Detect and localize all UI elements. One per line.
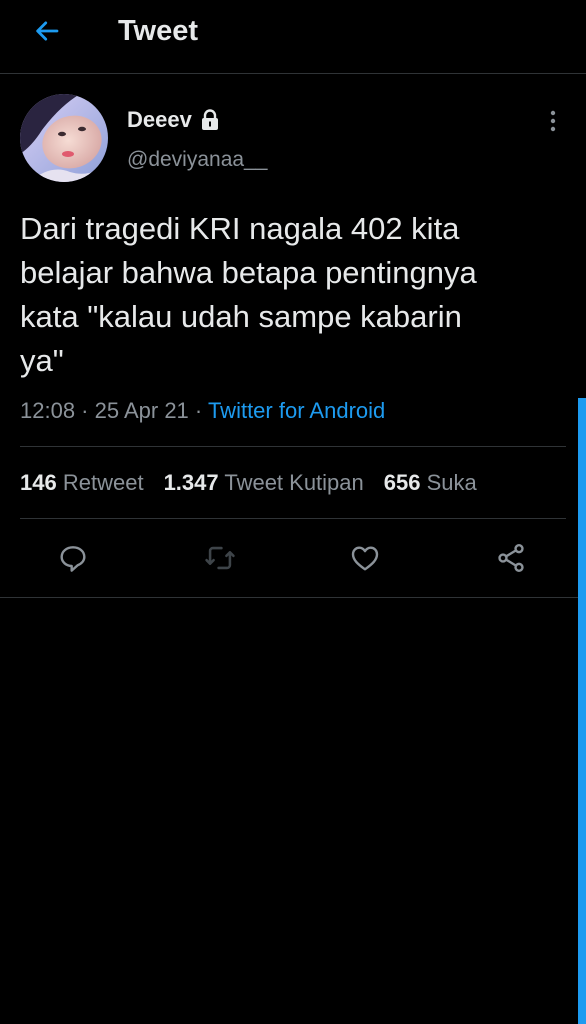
reply-icon: [60, 546, 86, 572]
share-icon: [498, 544, 524, 572]
quotes-stat[interactable]: 1.347 Tweet Kutipan: [164, 468, 364, 498]
tweet-timestamp[interactable]: 12:08 · 25 Apr 21: [20, 398, 189, 423]
divider: [0, 597, 586, 598]
lock-icon: [200, 109, 220, 131]
tweet-metadata: 12:08 · 25 Apr 21 · Twitter for Android: [20, 396, 385, 426]
quotes-count: 1.347: [163, 470, 219, 495]
reply-button[interactable]: [50, 535, 96, 581]
retweets-stat[interactable]: 146 Retweet: [20, 468, 144, 498]
meta-separator: ·: [188, 398, 208, 423]
tweet-text: Dari tragedi KRI nagala 402 kita belajar…: [20, 211, 477, 378]
likes-label: Suka: [426, 470, 477, 495]
action-bar: [0, 535, 586, 581]
avatar[interactable]: [20, 94, 108, 182]
back-button[interactable]: [30, 14, 64, 48]
like-button[interactable]: [342, 535, 388, 581]
likes-stat[interactable]: 656 Suka: [384, 468, 477, 498]
like-icon: [351, 546, 379, 571]
tweet-source-link[interactable]: Twitter for Android: [208, 398, 385, 423]
scrollbar[interactable]: [578, 398, 586, 1024]
retweet-icon: [205, 546, 235, 570]
likes-count: 656: [383, 470, 421, 495]
display-name-text: Deeev: [127, 107, 192, 132]
avatar-image: [20, 94, 108, 182]
quotes-label: Tweet Kutipan: [224, 470, 364, 495]
author-display-name[interactable]: Deeev: [127, 106, 220, 134]
share-button[interactable]: [488, 535, 534, 581]
tweet-stats: 146 Retweet 1.347 Tweet Kutipan 656 Suka: [20, 468, 497, 498]
retweet-button[interactable]: [197, 535, 243, 581]
app-bar: Tweet: [0, 0, 586, 74]
arrow-left-icon: [36, 21, 59, 41]
more-options-button[interactable]: [538, 106, 568, 136]
divider: [20, 446, 566, 447]
page-title: Tweet: [118, 15, 199, 47]
more-vertical-icon: [550, 110, 556, 132]
retweets-count: 146: [20, 470, 57, 495]
author-handle[interactable]: @deviyanaa__: [127, 146, 267, 174]
retweets-label: Retweet: [62, 470, 144, 495]
divider: [20, 518, 566, 519]
